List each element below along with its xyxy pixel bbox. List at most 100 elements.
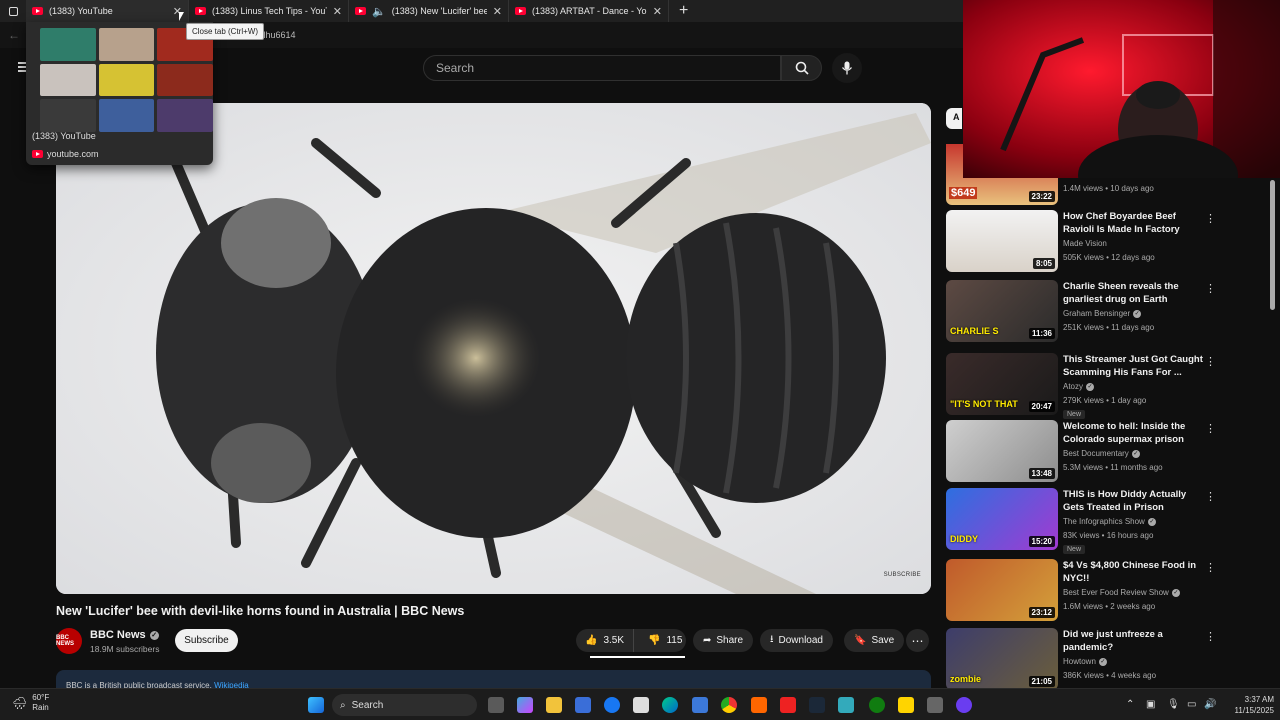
sticky-notes-icon[interactable]	[898, 697, 914, 713]
voice-search-button[interactable]	[832, 53, 862, 83]
settings-gear-icon[interactable]	[927, 697, 943, 713]
recommendation-title[interactable]: Welcome to hell: Inside the Colorado sup…	[1063, 420, 1205, 446]
recommendation-channel[interactable]: The Infographics Show ✓	[1063, 517, 1156, 526]
recommendation-thumbnail[interactable]: "IT'S NOT THAT 20:47	[946, 353, 1058, 415]
tab-close-icon[interactable]: ✕	[333, 5, 342, 18]
save-button[interactable]: 🔖 Save	[844, 629, 905, 652]
recommendation-channel-name: The Infographics Show	[1063, 517, 1145, 526]
webcam-overlay	[963, 0, 1280, 178]
tab-actions-menu-icon[interactable]	[0, 0, 26, 22]
recommendation-channel[interactable]: Best Ever Food Review Show ✓	[1063, 588, 1180, 597]
tab-artbat[interactable]: (1383) ARTBAT - Dance - YouTube ✕	[509, 0, 669, 22]
preview-tile	[98, 99, 155, 132]
recommendation-item[interactable]: 13:48 Welcome to hell: Inside the Colora…	[946, 420, 1226, 486]
recommendation-item[interactable]: zombie 21:05 Did we just unfreeze a pand…	[946, 628, 1226, 694]
copilot-icon[interactable]	[517, 697, 533, 713]
more-options-icon[interactable]: ⋮	[1205, 212, 1216, 225]
more-options-icon[interactable]: ⋮	[1205, 282, 1216, 295]
microsoft-store-icon[interactable]	[575, 697, 591, 713]
recommendation-thumbnail[interactable]: DIDDY 15:20	[946, 488, 1058, 550]
filter-chip-all[interactable]: A	[946, 108, 962, 129]
calculator-icon[interactable]	[692, 697, 708, 713]
file-explorer-icon[interactable]	[546, 697, 562, 713]
more-options-icon[interactable]: ⋮	[1205, 422, 1216, 435]
app-icon[interactable]	[838, 697, 854, 713]
back-arrow-icon[interactable]: ←	[8, 28, 20, 42]
recommendation-title[interactable]: This Streamer Just Got Caught Scamming H…	[1063, 353, 1205, 379]
tab-close-icon[interactable]: ✕	[653, 5, 662, 18]
tab-lucifer-bee[interactable]: 🔈 (1383) New 'Lucifer' bee with ✕	[349, 0, 509, 22]
video-duration: 21:05	[1028, 676, 1055, 687]
vlc-icon[interactable]	[751, 697, 767, 713]
more-options-icon[interactable]: ⋮	[1205, 630, 1216, 643]
video-player[interactable]: SUBSCRIBE	[56, 103, 931, 594]
search-button[interactable]	[781, 55, 822, 81]
microphone-tray-icon[interactable]: 🎙	[1167, 699, 1180, 710]
recommendation-channel[interactable]: Graham Bensinger ✓	[1063, 309, 1142, 318]
windows-taskbar: 🌧 60°F Rain ⌕ Search ⌃ ▣ 🎙 ▭ 🔊 3:37 AM 1…	[0, 688, 1280, 720]
tab-linus-tech-tips[interactable]: (1383) Linus Tech Tips - YouTube ✕	[189, 0, 349, 22]
recommendation-thumbnail[interactable]: CHARLIE S 11:36	[946, 280, 1058, 342]
recommendation-title[interactable]: $4 Vs $4,800 Chinese Food in NYC!!	[1063, 559, 1205, 585]
tab-hover-preview: (1383) YouTube youtube.com	[26, 22, 213, 165]
xbox-icon[interactable]	[869, 697, 885, 713]
tab-close-icon[interactable]: ✕	[493, 5, 502, 18]
recommendation-thumbnail[interactable]: zombie 21:05	[946, 628, 1058, 690]
subscribe-watermark[interactable]: SUBSCRIBE	[884, 572, 921, 578]
share-button[interactable]: ➦ Share	[693, 629, 754, 652]
weather-widget[interactable]: 🌧 60°F Rain	[12, 693, 49, 713]
recommendation-meta: 505K views • 12 days ago	[1063, 253, 1155, 262]
taskbar-search[interactable]: ⌕ Search	[332, 694, 477, 716]
weather-description: Rain	[32, 703, 49, 712]
recommendation-item[interactable]: CHARLIE S 11:36 Charlie Sheen reveals th…	[946, 280, 1226, 346]
channel-name[interactable]: BBC News ✓	[90, 629, 159, 641]
clock[interactable]: 3:37 AM 11/15/2025	[1224, 694, 1274, 716]
facebook-icon[interactable]	[604, 697, 620, 713]
download-button[interactable]: ⭳ Download	[760, 629, 833, 652]
recommendation-title[interactable]: Did we just unfreeze a pandemic?	[1063, 628, 1205, 654]
sidebar-scrollbar[interactable]	[1270, 180, 1275, 310]
search-input[interactable]: Search	[423, 55, 781, 81]
recommendation-meta: 251K views • 11 days ago	[1063, 323, 1155, 332]
tab-youtube-home[interactable]: (1383) YouTube ✕	[26, 0, 189, 22]
volume-icon[interactable]: 🔊	[1204, 699, 1216, 710]
youtube-app-icon[interactable]	[780, 697, 796, 713]
recommendation-channel[interactable]: Howtown ✓	[1063, 657, 1107, 666]
recommendation-title[interactable]: THIS is How Diddy Actually Gets Treated …	[1063, 488, 1205, 514]
recommendation-channel[interactable]: Best Documentary ✓	[1063, 449, 1140, 458]
subscribe-button[interactable]: Subscribe	[175, 629, 238, 652]
recommendation-thumbnail[interactable]: 8:05	[946, 210, 1058, 272]
amazon-icon[interactable]	[633, 697, 649, 713]
recommendation-item[interactable]: DIDDY 15:20 THIS is How Diddy Actually G…	[946, 488, 1226, 554]
more-options-icon[interactable]: ⋮	[1205, 561, 1216, 574]
recommendation-item[interactable]: 23:12 $4 Vs $4,800 Chinese Food in NYC!!…	[946, 559, 1226, 625]
more-options-icon[interactable]: ⋮	[1205, 490, 1216, 503]
tray-app-icon[interactable]: ▣	[1146, 699, 1155, 710]
obs-icon[interactable]	[956, 697, 972, 713]
start-windows-icon[interactable]	[308, 697, 324, 713]
recommendation-title[interactable]: Charlie Sheen reveals the gnarliest drug…	[1063, 280, 1205, 306]
task-view-icon[interactable]	[488, 697, 504, 713]
recommendation-thumbnail[interactable]: 13:48	[946, 420, 1058, 482]
network-icon[interactable]: ▭	[1187, 699, 1196, 710]
recommendation-title[interactable]: How Chef Boyardee Beef Ravioli Is Made I…	[1063, 210, 1205, 236]
edge-icon[interactable]	[662, 697, 678, 713]
like-button[interactable]: 👍 3.5K	[576, 629, 635, 652]
weather-rain-icon: 🌧	[12, 696, 28, 710]
more-options-icon[interactable]: ⋮	[1205, 355, 1216, 368]
recommendation-item[interactable]: "IT'S NOT THAT 20:47 This Streamer Just …	[946, 353, 1226, 419]
show-hidden-icons-chevron-icon[interactable]: ⌃	[1126, 699, 1134, 710]
speaker-muted-icon[interactable]: 🔈	[372, 5, 386, 18]
channel-avatar[interactable]: BBC NEWS	[56, 628, 82, 654]
dislike-button[interactable]: 👎 115	[639, 635, 691, 646]
recommendation-channel[interactable]: Atozy ✓	[1063, 382, 1095, 391]
recommendation-meta: 1.6M views • 2 weeks ago	[1063, 602, 1156, 611]
chrome-icon[interactable]	[721, 697, 737, 713]
recommendation-thumbnail[interactable]: 23:12	[946, 559, 1058, 621]
more-actions-icon[interactable]: ⋯	[906, 629, 929, 652]
recommendation-item[interactable]: 8:05 How Chef Boyardee Beef Ravioli Is M…	[946, 210, 1226, 276]
steam-icon[interactable]	[809, 697, 825, 713]
preview-tile	[98, 28, 155, 61]
recommendation-channel[interactable]: Made Vision	[1063, 239, 1107, 248]
new-tab-icon[interactable]: +	[669, 2, 698, 20]
